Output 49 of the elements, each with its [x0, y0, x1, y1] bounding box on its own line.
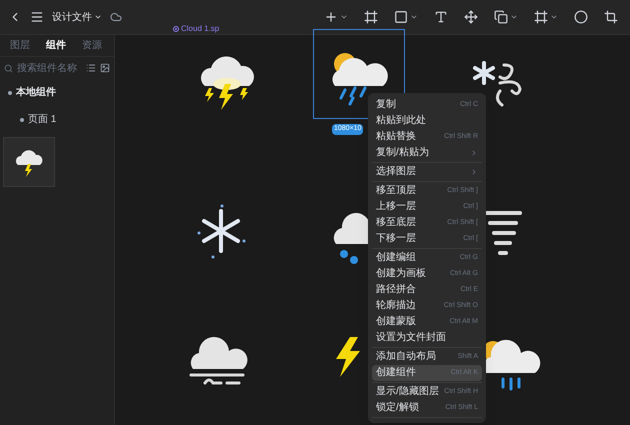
search-field[interactable]: 搜索组件名称 [4, 60, 82, 76]
menu-item-label: 创建组件 [376, 368, 416, 378]
menu-item-label: 复制/粘贴为 [376, 148, 429, 158]
tree-item[interactable]: 本地组件 [16, 85, 56, 100]
caret-icon [410, 13, 418, 21]
menu-item-label: 轮廓描边 [376, 301, 416, 311]
caret-icon [94, 13, 102, 21]
file-title-dropdown[interactable]: 设计文件 [52, 10, 102, 24]
menu-item-label: 粘贴替换 [376, 132, 416, 142]
menu-item-label: 移至底层 [376, 218, 416, 228]
menu-item-label: 创建编组 [376, 253, 416, 263]
menu-item-label: 上移一层 [376, 202, 416, 212]
menu-item-label: 显示/隐藏图层 [376, 387, 439, 397]
caret-icon [510, 13, 518, 21]
storm-cloud-drawing [13, 147, 45, 177]
tree-item[interactable]: 页面 1 [28, 112, 56, 127]
list-view-icon[interactable] [86, 63, 96, 73]
menu-item[interactable]: 选择图层 [372, 164, 482, 180]
cloud-icon [110, 11, 122, 23]
menu-item-label: 复制 [376, 100, 396, 110]
shape-icon [394, 10, 408, 24]
menu-item-label: 路径拼合 [376, 285, 416, 295]
menu-item-label: 添加自动布局 [376, 352, 436, 362]
menu-item-label: 设置为文件封面 [376, 333, 446, 343]
snowflake-drawing [195, 203, 247, 259]
menu-item-label: 创建蒙版 [376, 317, 416, 327]
search-icon [4, 64, 13, 72]
caret-icon [550, 13, 558, 21]
frame-icon [364, 10, 378, 24]
component-thumbnail[interactable] [3, 137, 55, 187]
menu-icon[interactable] [30, 10, 44, 24]
sidebar-tab[interactable]: 组件 [40, 38, 72, 53]
target-icon [173, 26, 179, 32]
caret-icon [340, 13, 348, 21]
add-icon [324, 10, 338, 24]
image-icon[interactable] [100, 63, 110, 73]
crop-icon [604, 10, 618, 24]
menu-item-label: 锁定/解锁 [376, 403, 419, 413]
menu-item-label: 移至顶层 [376, 186, 416, 196]
menu-item-label: 选择图层 [376, 167, 416, 177]
frame-label[interactable]: Cloud 1.sp [181, 23, 220, 35]
menu-item[interactable]: 粘贴到此处 [372, 113, 482, 129]
circle-icon [574, 10, 588, 24]
menu-item-label: 下移一层 [376, 234, 416, 244]
text-icon [434, 10, 448, 24]
menu-item[interactable]: 复制/粘贴为 [372, 145, 482, 161]
menu-item-label: 粘贴到此处 [376, 116, 426, 126]
menu-item[interactable]: 设置为文件封面 [372, 330, 482, 346]
menu-item-label: 创建为画板 [376, 269, 426, 279]
